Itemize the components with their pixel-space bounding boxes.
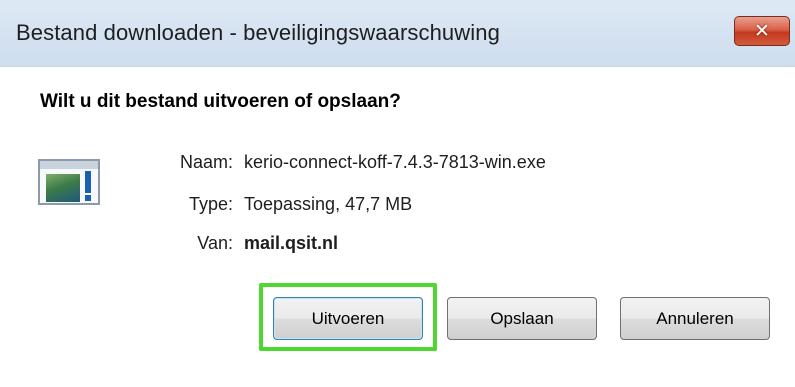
icon-exclamation-bar [85, 171, 91, 193]
file-type-value: Toepassing, 47,7 MB [244, 194, 413, 214]
name-label: Naam: [179, 152, 233, 172]
window-title: Bestand downloaden - beveiligingswaarsch… [16, 20, 500, 45]
from-label: Van: [197, 233, 233, 253]
close-icon: ✕ [754, 20, 770, 42]
file-source-value: mail.qsit.nl [244, 233, 339, 253]
save-button[interactable]: Opslaan [447, 297, 597, 340]
type-label: Type: [188, 194, 233, 214]
title-bar[interactable]: Bestand downloaden - beveiligingswaarsch… [0, 0, 795, 67]
file-name-value: kerio-connect-koff-7.4.3-7813-win.exe [244, 152, 546, 172]
run-button[interactable]: Uitvoeren [273, 297, 423, 340]
close-button[interactable]: ✕ [734, 16, 790, 46]
dialog-question: Wilt u dit bestand uitvoeren of opslaan? [40, 91, 401, 112]
cancel-button[interactable]: Annuleren [620, 297, 770, 340]
download-security-dialog: Bestand downloaden - beveiligingswaarsch… [0, 0, 795, 387]
